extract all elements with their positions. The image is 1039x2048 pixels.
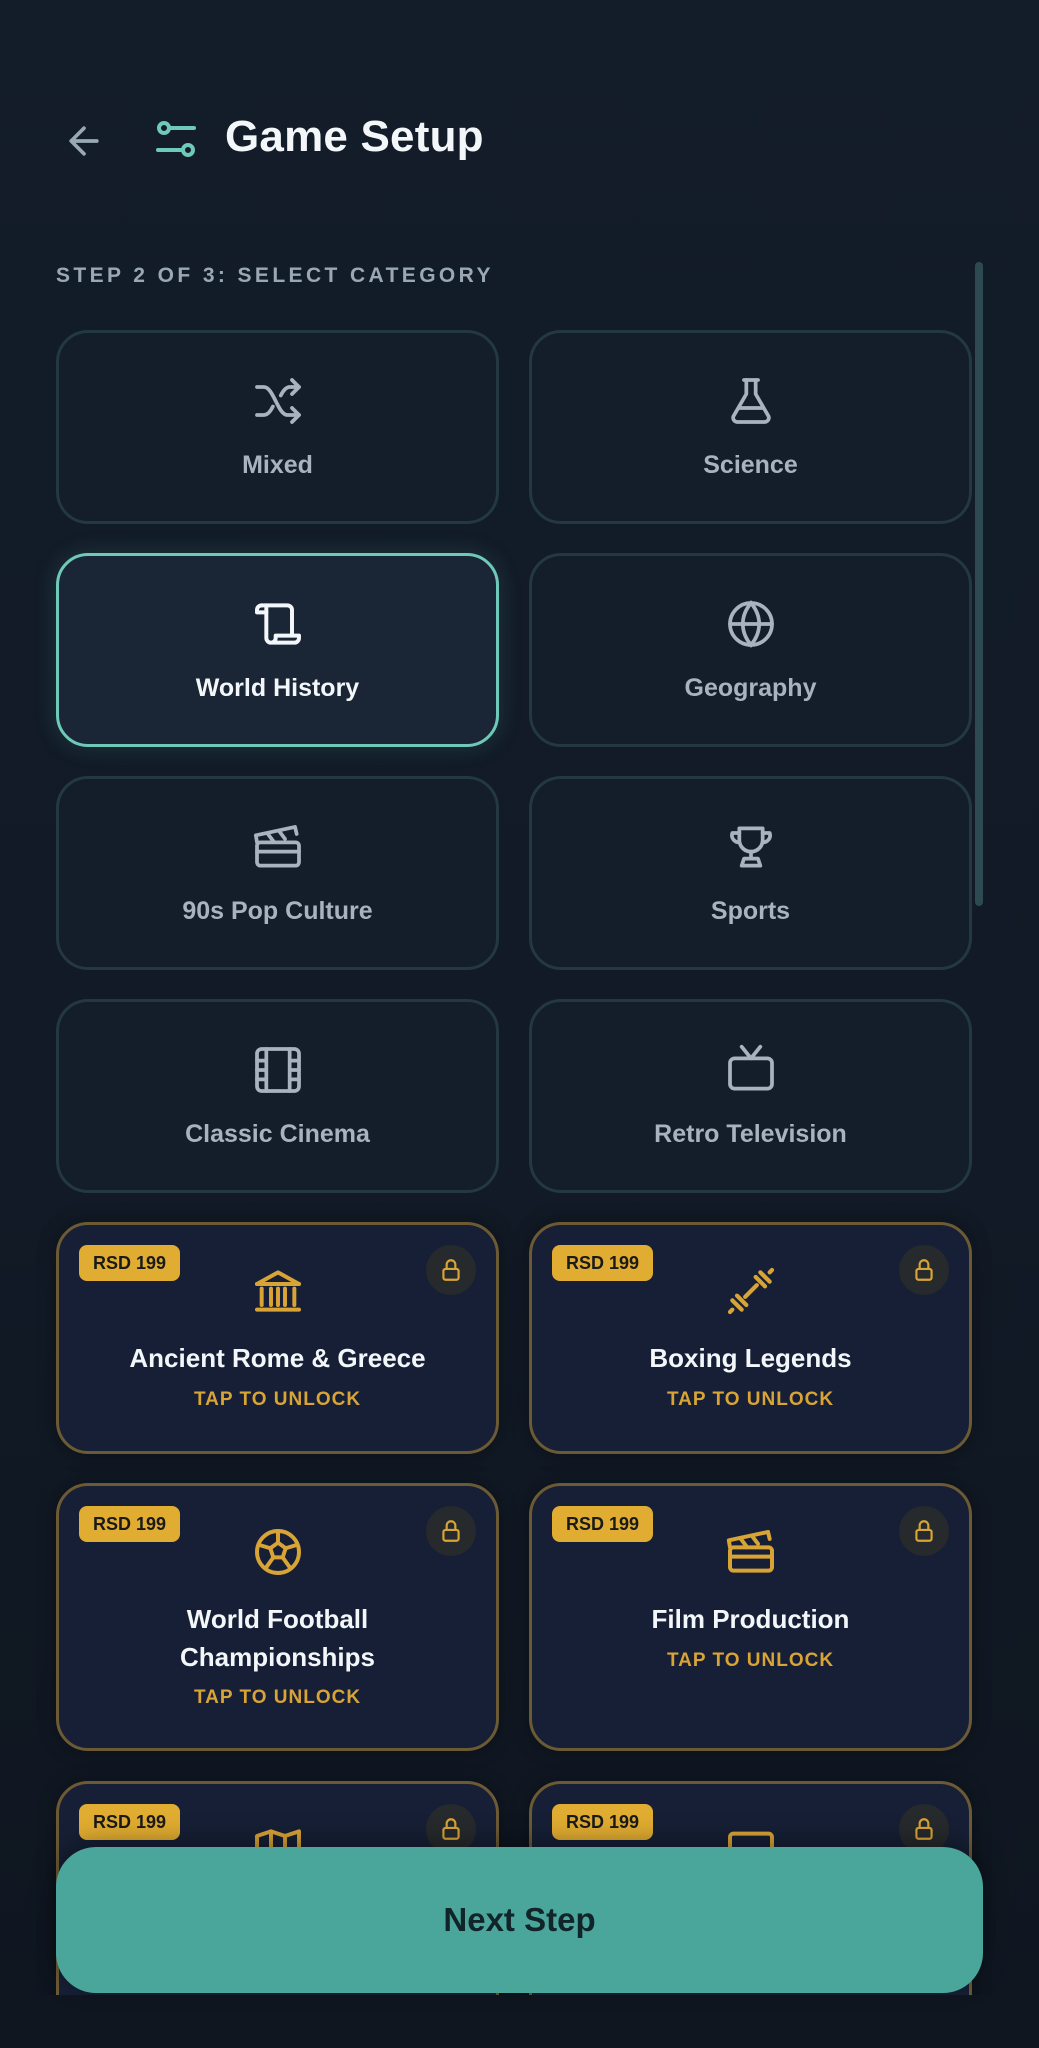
category-card-science[interactable]: Science xyxy=(529,330,972,524)
clapperboard-icon xyxy=(250,819,306,875)
globe-icon xyxy=(723,596,779,652)
arrow-left-icon xyxy=(69,126,99,156)
premium-card-film-production[interactable]: RSD 199 Film Production TAP TO UNLOCK xyxy=(529,1483,972,1751)
unlock-label: TAP TO UNLOCK xyxy=(193,1389,362,1410)
soccer-ball-icon xyxy=(250,1524,306,1580)
category-label: Science xyxy=(703,451,798,479)
category-label-line1: World Football xyxy=(186,1604,369,1634)
lock-button[interactable] xyxy=(899,1245,949,1295)
category-label: World Football Championships xyxy=(59,1600,496,1676)
flask-icon xyxy=(723,373,779,429)
lock-icon xyxy=(442,1818,460,1840)
category-card-world-history[interactable]: World History xyxy=(56,553,499,747)
step-label: STEP 2 OF 3: SELECT CATEGORY xyxy=(56,264,494,287)
category-card-geography[interactable]: Geography xyxy=(529,553,972,747)
unlock-label: TAP TO UNLOCK xyxy=(666,1650,835,1671)
category-label: World History xyxy=(195,674,360,702)
tv-icon xyxy=(723,1042,779,1098)
category-card-classic-cinema[interactable]: Classic Cinema xyxy=(56,999,499,1193)
category-card-retro-television[interactable]: Retro Television xyxy=(529,999,972,1193)
category-label: 90s Pop Culture xyxy=(182,897,373,925)
trophy-icon xyxy=(723,819,779,875)
lock-button[interactable] xyxy=(426,1506,476,1556)
shuffle-icon xyxy=(250,373,306,429)
dumbbell-icon xyxy=(723,1263,779,1319)
lock-button[interactable] xyxy=(899,1506,949,1556)
scroll-icon xyxy=(250,596,306,652)
category-scroll-area[interactable]: Game Setup STEP 2 OF 3: SELECT CATEGORY … xyxy=(0,0,1039,1995)
price-badge: RSD 199 xyxy=(79,1506,181,1542)
category-label: Film Production xyxy=(651,1604,850,1634)
category-card-sports[interactable]: Sports xyxy=(529,776,972,970)
category-label: Classic Cinema xyxy=(185,1120,370,1148)
category-label-line2: Championships xyxy=(179,1642,375,1672)
lock-button[interactable] xyxy=(426,1245,476,1295)
header: Game Setup xyxy=(0,0,1039,200)
price-badge: RSD 199 xyxy=(552,1506,654,1542)
price-badge: RSD 199 xyxy=(79,1804,181,1840)
premium-card-ancient-rome-greece[interactable]: RSD 199 Ancient Rome & Greece TAP TO UNL… xyxy=(56,1222,499,1454)
landmark-icon xyxy=(250,1263,306,1319)
lock-icon xyxy=(442,1520,460,1542)
premium-card-world-football-championships[interactable]: RSD 199 World Football Championships TAP… xyxy=(56,1483,499,1751)
category-label: Retro Television xyxy=(654,1120,847,1148)
category-label: Sports xyxy=(710,897,791,925)
price-badge: RSD 199 xyxy=(552,1804,654,1840)
price-badge: RSD 199 xyxy=(552,1245,654,1281)
category-label: Boxing Legends xyxy=(649,1343,852,1373)
back-button[interactable] xyxy=(56,116,112,166)
lock-icon xyxy=(442,1259,460,1281)
premium-card-boxing-legends[interactable]: RSD 199 Boxing Legends TAP TO UNLOCK xyxy=(529,1222,972,1454)
unlock-label: TAP TO UNLOCK xyxy=(193,1687,362,1708)
sliders-icon xyxy=(152,116,204,166)
lock-icon xyxy=(915,1818,933,1840)
price-badge: RSD 199 xyxy=(79,1245,181,1281)
category-card-90s-pop-culture[interactable]: 90s Pop Culture xyxy=(56,776,499,970)
category-label: Geography xyxy=(684,674,817,702)
unlock-label: TAP TO UNLOCK xyxy=(666,1389,835,1410)
scrollbar[interactable] xyxy=(975,262,983,906)
film-icon xyxy=(250,1042,306,1098)
clapperboard-icon xyxy=(723,1524,779,1580)
next-step-button[interactable]: Next Step xyxy=(56,1847,983,1993)
category-card-mixed[interactable]: Mixed xyxy=(56,330,499,524)
category-label: Ancient Rome & Greece xyxy=(129,1343,426,1373)
lock-icon xyxy=(915,1520,933,1542)
category-label: Mixed xyxy=(242,451,313,479)
page-title: Game Setup xyxy=(225,112,484,161)
lock-icon xyxy=(915,1259,933,1281)
